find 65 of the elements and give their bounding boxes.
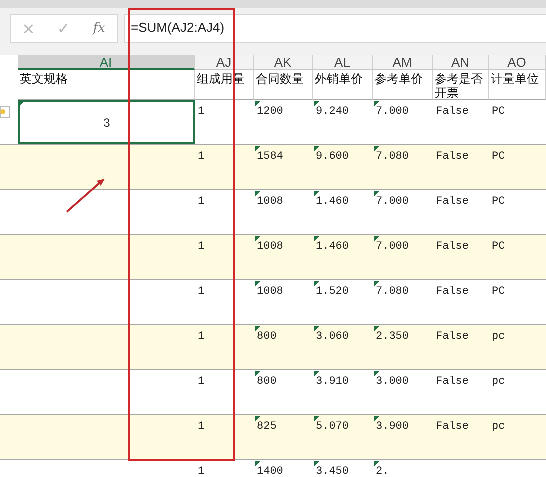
table-cell[interactable]: 1.460 xyxy=(313,235,373,279)
table-cell[interactable]: False xyxy=(433,100,489,144)
table-cell[interactable]: 1 xyxy=(195,370,254,414)
table-cell[interactable]: 3.910 xyxy=(313,370,373,414)
column-header[interactable]: AL xyxy=(313,55,373,70)
table-cell[interactable]: 3.450 xyxy=(313,460,373,477)
table-cell[interactable]: 1 xyxy=(195,415,254,459)
table-cell[interactable]: False xyxy=(433,235,489,279)
table-cell[interactable]: 1 xyxy=(195,325,254,369)
table-cell[interactable]: 1008 xyxy=(254,235,313,279)
table-cell[interactable]: PC xyxy=(489,280,546,324)
table-cell[interactable]: 800 xyxy=(254,325,313,369)
table-cell[interactable]: 2.350 xyxy=(373,325,433,369)
table-cell[interactable]: PC xyxy=(489,235,546,279)
table-cell[interactable]: 800 xyxy=(254,370,313,414)
annotation-arrow xyxy=(66,179,105,213)
table-cell[interactable]: 1 xyxy=(195,145,254,189)
table-cell[interactable]: 1.520 xyxy=(313,280,373,324)
error-indicator-icon[interactable] xyxy=(0,106,10,118)
column-header[interactable]: AM xyxy=(373,55,433,70)
table-cell[interactable]: 1 xyxy=(195,190,254,234)
column-header[interactable]: AN xyxy=(433,55,489,70)
table-cell[interactable]: False xyxy=(433,280,489,324)
header-cell: 英文规格 xyxy=(18,70,195,100)
table-cell[interactable]: 9.240 xyxy=(313,100,373,144)
column-header[interactable]: AI xyxy=(18,55,195,70)
table-cell[interactable]: pc xyxy=(489,325,546,369)
table-cell[interactable]: False xyxy=(433,415,489,459)
table-cell[interactable]: 1 xyxy=(195,235,254,279)
table-cell[interactable]: 3.060 xyxy=(313,325,373,369)
table-cell[interactable]: PC xyxy=(489,190,546,234)
table-cell[interactable]: 7.000 xyxy=(373,100,433,144)
table-cell[interactable]: 1200 xyxy=(254,100,313,144)
table-cell[interactable]: 3.900 xyxy=(373,415,433,459)
table-cell[interactable]: 1584 xyxy=(254,145,313,189)
table-cell[interactable]: 1 xyxy=(195,100,254,144)
table-cell[interactable]: 1400 xyxy=(254,460,313,477)
table-cell[interactable]: 1 xyxy=(195,280,254,324)
column-header[interactable]: AO xyxy=(489,55,546,70)
table-cell[interactable]: pc xyxy=(489,370,546,414)
table-cell[interactable]: PC xyxy=(489,145,546,189)
table-cell[interactable]: 7.080 xyxy=(373,280,433,324)
table-cell[interactable]: 9.600 xyxy=(313,145,373,189)
table-cell[interactable]: 1 xyxy=(195,460,254,477)
table-cell[interactable]: 3.000 xyxy=(373,370,433,414)
table-cell[interactable]: 1008 xyxy=(254,280,313,324)
table-cell[interactable]: False xyxy=(433,370,489,414)
insert-function-button[interactable]: fx xyxy=(82,21,117,36)
table-cell[interactable]: 825 xyxy=(254,415,313,459)
formula-field[interactable]: =SUM(AJ2:AJ4) xyxy=(124,14,546,43)
table-cell[interactable]: False xyxy=(433,145,489,189)
table-cell[interactable]: 7.000 xyxy=(373,235,433,279)
table-cell[interactable]: 3 xyxy=(18,100,195,144)
table-cell[interactable]: False xyxy=(433,325,489,369)
table-cell[interactable]: 7.000 xyxy=(373,190,433,234)
table-cell[interactable]: False xyxy=(433,190,489,234)
table-cell[interactable]: 7.080 xyxy=(373,145,433,189)
table-cell[interactable]: 5.070 xyxy=(313,415,373,459)
column-header[interactable]: AK xyxy=(254,55,313,70)
table-cell[interactable]: pc xyxy=(489,415,546,459)
column-header[interactable]: AJ xyxy=(195,55,254,70)
table-cell[interactable]: PC xyxy=(489,100,546,144)
table-cell[interactable]: 2. xyxy=(373,460,433,477)
table-cell[interactable]: 1008 xyxy=(254,190,313,234)
table-cell[interactable]: 1.460 xyxy=(313,190,373,234)
